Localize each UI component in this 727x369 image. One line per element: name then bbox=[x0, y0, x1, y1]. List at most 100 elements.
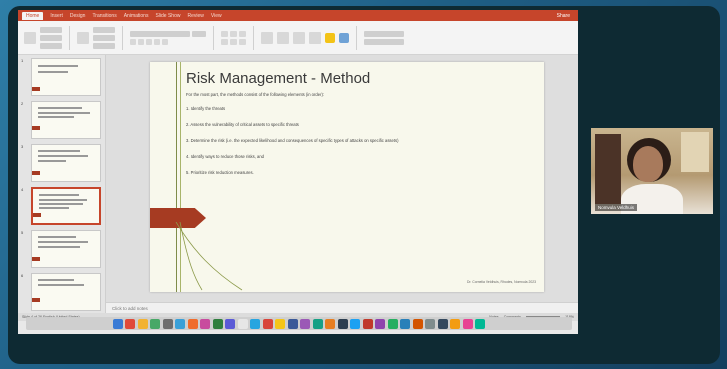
tab-transitions[interactable]: Transitions bbox=[92, 13, 116, 19]
list-item[interactable]: 5. Prioritize risk reduction measures. bbox=[186, 170, 399, 186]
dock-app-icon[interactable] bbox=[212, 318, 223, 329]
ribbon-divider bbox=[122, 25, 123, 50]
thumbnail-number: 1 bbox=[21, 58, 24, 63]
thumbnail-row: 4 bbox=[18, 184, 105, 227]
ribbon-toolbar bbox=[18, 21, 578, 55]
reset-button[interactable] bbox=[93, 34, 115, 41]
thumbnail-row: 6 bbox=[18, 270, 105, 313]
background-window bbox=[681, 132, 709, 172]
font-size-select[interactable] bbox=[192, 30, 206, 37]
dock-app-icon[interactable] bbox=[375, 318, 386, 329]
italic-icon[interactable] bbox=[138, 38, 144, 45]
shape-outline-button[interactable] bbox=[364, 38, 404, 45]
ribbon-divider bbox=[253, 25, 254, 50]
dock-app-icon[interactable] bbox=[225, 318, 236, 329]
webcam-video-tile[interactable]: Nomvula Veldhuis bbox=[591, 128, 713, 214]
dock-app-icon[interactable] bbox=[450, 318, 461, 329]
dock-app-icon[interactable] bbox=[187, 318, 198, 329]
slide-thumbnail[interactable] bbox=[31, 58, 101, 96]
dock-app-icon[interactable] bbox=[300, 318, 311, 329]
dock-app-icon[interactable] bbox=[137, 318, 148, 329]
slide-thumbnail[interactable] bbox=[31, 273, 101, 311]
align-left-icon[interactable] bbox=[221, 38, 228, 45]
slide-bullet-list: 1. Identify the threats 2. Assess the vu… bbox=[186, 106, 399, 186]
dock-app-icon[interactable] bbox=[237, 318, 248, 329]
tab-insert[interactable]: Insert bbox=[50, 13, 63, 19]
slide-footer: Dr. Cornelia Veldhuis, Rhodes, Nomvula 2… bbox=[467, 280, 536, 284]
convert-to-smartart-icon[interactable] bbox=[261, 31, 273, 44]
dock-app-icon[interactable] bbox=[325, 318, 336, 329]
tab-home[interactable]: Home bbox=[22, 11, 44, 20]
dock-app-icon[interactable] bbox=[350, 318, 361, 329]
strikethrough-icon[interactable] bbox=[154, 38, 160, 45]
font-color-icon[interactable] bbox=[162, 38, 168, 45]
thumbnail-row: 3 bbox=[18, 141, 105, 184]
ribbon-divider bbox=[356, 25, 357, 50]
slide-title[interactable]: Risk Management - Method bbox=[186, 70, 370, 87]
numbering-icon[interactable] bbox=[230, 30, 237, 37]
dock-app-icon[interactable] bbox=[312, 318, 323, 329]
align-center-icon[interactable] bbox=[230, 38, 237, 45]
list-item[interactable]: 3. Determine the risk (i.e. the expected… bbox=[186, 138, 399, 154]
new-slide-icon[interactable] bbox=[77, 31, 89, 44]
slide-thumbnail[interactable] bbox=[31, 230, 101, 268]
thumbnail-number: 4 bbox=[21, 187, 24, 192]
dock-app-icon[interactable] bbox=[337, 318, 348, 329]
dock-app-icon[interactable] bbox=[112, 318, 123, 329]
dock-app-icon[interactable] bbox=[150, 318, 161, 329]
design-ideas-icon[interactable] bbox=[339, 32, 349, 43]
slide-thumbnail-selected[interactable] bbox=[31, 187, 101, 225]
copy-button[interactable] bbox=[40, 34, 62, 41]
underline-icon[interactable] bbox=[146, 38, 152, 45]
tab-design[interactable]: Design bbox=[70, 13, 86, 19]
current-slide[interactable]: Risk Management - Method For the most pa… bbox=[150, 62, 544, 292]
dock-app-icon[interactable] bbox=[425, 318, 436, 329]
shapes-icon[interactable] bbox=[293, 31, 305, 44]
thumbnail-row: 1 bbox=[18, 55, 105, 98]
dock-app-icon[interactable] bbox=[475, 318, 486, 329]
indent-icon[interactable] bbox=[239, 30, 246, 37]
cut-button[interactable] bbox=[40, 26, 62, 33]
dock-app-icon[interactable] bbox=[200, 318, 211, 329]
bold-icon[interactable] bbox=[130, 38, 136, 45]
notes-field[interactable]: Click to add notes bbox=[106, 302, 578, 313]
dock-app-icon[interactable] bbox=[275, 318, 286, 329]
tab-animations[interactable]: Animations bbox=[124, 13, 149, 19]
list-item[interactable]: 4. Identify ways to reduce those risks, … bbox=[186, 154, 399, 170]
dock-app-icon[interactable] bbox=[262, 318, 273, 329]
macos-dock bbox=[26, 317, 572, 330]
slide-thumbnail[interactable] bbox=[31, 144, 101, 182]
layout-button[interactable] bbox=[93, 26, 115, 33]
dock-app-icon[interactable] bbox=[162, 318, 173, 329]
tab-review[interactable]: Review bbox=[187, 13, 203, 19]
bullets-icon[interactable] bbox=[221, 30, 228, 37]
list-item[interactable]: 2. Assess the vulnerability of critical … bbox=[186, 122, 399, 138]
dock-app-icon[interactable] bbox=[387, 318, 398, 329]
tab-view[interactable]: View bbox=[211, 13, 222, 19]
slide-intro-text[interactable]: For the most part, the methods consist o… bbox=[186, 92, 324, 97]
dock-app-icon[interactable] bbox=[287, 318, 298, 329]
arrange-icon[interactable] bbox=[309, 31, 321, 44]
slide-thumbnail[interactable] bbox=[31, 101, 101, 139]
dock-app-icon[interactable] bbox=[412, 318, 423, 329]
font-family-select[interactable] bbox=[130, 30, 190, 37]
list-item[interactable]: 1. Identify the threats bbox=[186, 106, 399, 122]
slide-editor-area: Risk Management - Method For the most pa… bbox=[106, 55, 578, 302]
dock-app-icon[interactable] bbox=[400, 318, 411, 329]
paste-icon[interactable] bbox=[24, 31, 36, 44]
share-button[interactable]: Share bbox=[557, 13, 570, 19]
picture-icon[interactable] bbox=[277, 31, 289, 44]
dock-app-icon[interactable] bbox=[362, 318, 373, 329]
tab-slide-show[interactable]: Slide Show bbox=[155, 13, 180, 19]
dock-app-icon[interactable] bbox=[437, 318, 448, 329]
shape-fill-button[interactable] bbox=[364, 30, 404, 37]
align-right-icon[interactable] bbox=[239, 38, 246, 45]
dock-app-icon[interactable] bbox=[462, 318, 473, 329]
quick-styles-icon[interactable] bbox=[325, 32, 335, 43]
format-painter-button[interactable] bbox=[40, 42, 62, 49]
dock-app-icon[interactable] bbox=[125, 318, 136, 329]
participant-name-label: Nomvula Veldhuis bbox=[595, 204, 638, 211]
section-button[interactable] bbox=[93, 42, 115, 49]
dock-app-icon[interactable] bbox=[250, 318, 261, 329]
dock-app-icon[interactable] bbox=[175, 318, 186, 329]
